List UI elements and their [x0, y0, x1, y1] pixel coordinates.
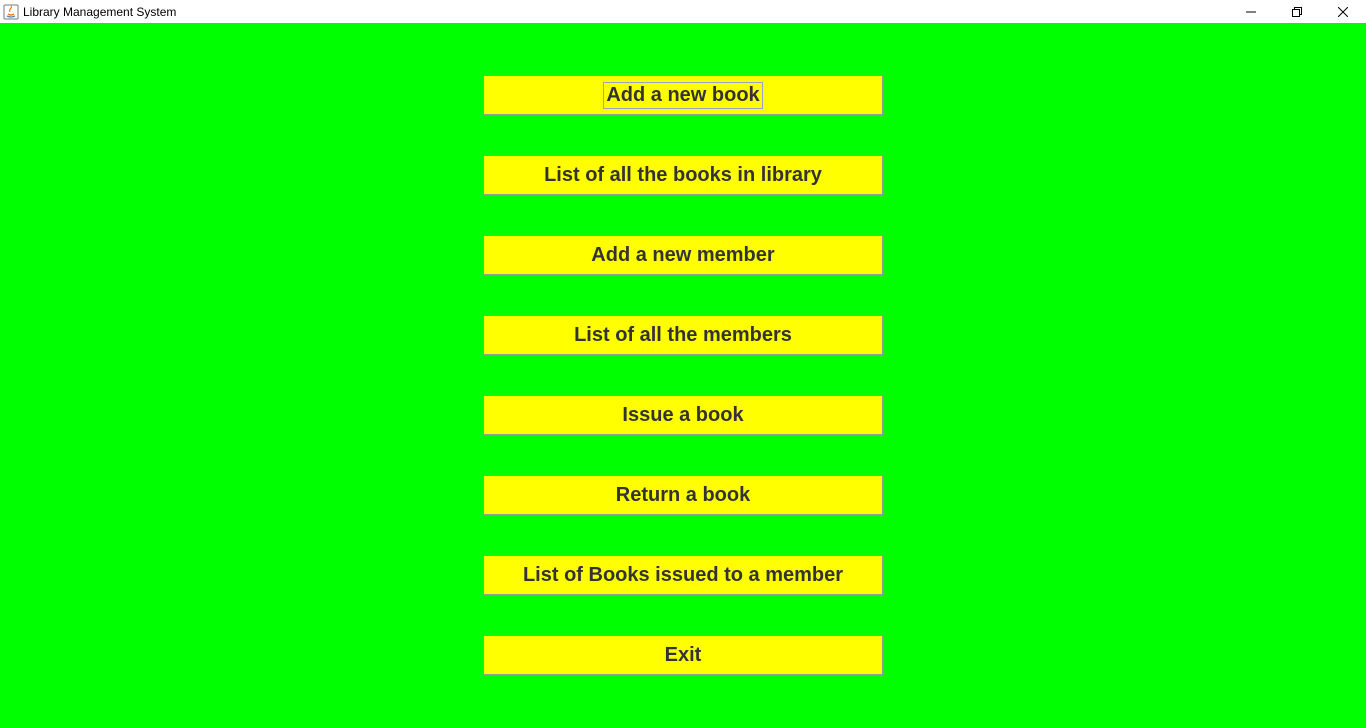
restore-button[interactable] — [1274, 0, 1320, 23]
add-book-button[interactable]: Add a new book — [483, 75, 883, 115]
minimize-icon — [1246, 11, 1256, 12]
window-title: Library Management System — [23, 4, 177, 19]
issue-book-button[interactable]: Issue a book — [483, 395, 883, 435]
list-books-button[interactable]: List of all the books in library — [483, 155, 883, 195]
exit-button-label: Exit — [664, 643, 702, 666]
add-member-button-label: Add a new member — [591, 243, 775, 266]
exit-button[interactable]: Exit — [483, 635, 883, 675]
app-window: Library Management System Add a new book… — [0, 0, 1366, 728]
return-book-button[interactable]: Return a book — [483, 475, 883, 515]
issue-book-button-label: Issue a book — [622, 403, 744, 426]
main-panel: Add a new book List of all the books in … — [0, 23, 1366, 728]
return-book-button-label: Return a book — [615, 483, 751, 506]
close-button[interactable] — [1320, 0, 1366, 23]
minimize-button[interactable] — [1228, 0, 1274, 23]
title-bar[interactable]: Library Management System — [0, 0, 1366, 23]
add-book-button-label: Add a new book — [603, 81, 763, 109]
list-members-button[interactable]: List of all the members — [483, 315, 883, 355]
list-books-button-label: List of all the books in library — [544, 163, 822, 186]
java-app-icon — [3, 4, 19, 20]
list-members-button-label: List of all the members — [574, 323, 792, 346]
add-member-button[interactable]: Add a new member — [483, 235, 883, 275]
issued-books-button-label: List of Books issued to a member — [522, 563, 844, 586]
close-icon — [1338, 6, 1348, 17]
issued-books-button[interactable]: List of Books issued to a member — [483, 555, 883, 595]
restore-icon — [1292, 6, 1302, 17]
window-controls — [1228, 0, 1366, 23]
